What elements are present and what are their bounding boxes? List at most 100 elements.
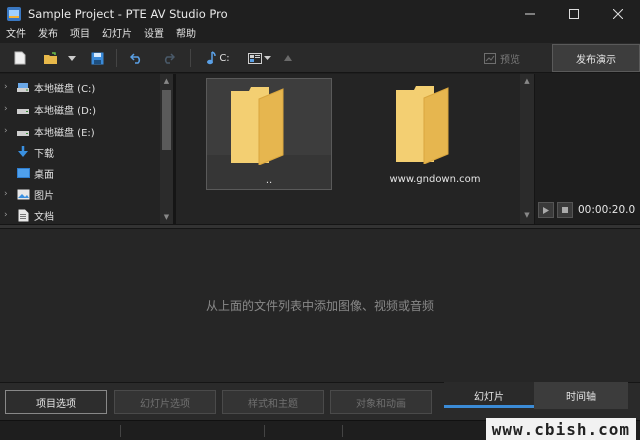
undo-button[interactable] <box>128 50 144 66</box>
stop-icon <box>562 207 568 213</box>
menu-project[interactable]: 项目 <box>64 27 96 43</box>
preview-controls: 00:00:20.0 <box>538 200 635 220</box>
file-item-label: www.gndown.com <box>389 174 481 185</box>
tree-item-label: 文档 <box>34 211 54 223</box>
desktop-icon <box>16 167 30 179</box>
button-label: 幻灯片选项 <box>140 398 190 410</box>
tree-item-documents[interactable]: › 文档 <box>0 207 54 223</box>
expand-arrow-icon[interactable]: › <box>4 210 16 220</box>
tree-item-drive-c[interactable]: › 本地磁盘 (C:) <box>0 79 95 95</box>
arrow-up-icon <box>284 55 292 61</box>
scroll-down-arrow-icon[interactable]: ▼ <box>523 211 531 219</box>
save-button[interactable] <box>89 50 105 66</box>
folder-tree[interactable]: › 本地磁盘 (C:) › 本地磁盘 (D:) › 本地磁盘 (E:) 下载 桌… <box>0 74 160 224</box>
music-note-icon <box>207 51 217 65</box>
file-item-folder[interactable]: www.gndown.com <box>372 78 498 190</box>
expand-arrow-icon[interactable]: › <box>4 82 16 92</box>
redo-button[interactable] <box>160 50 176 66</box>
minimize-icon <box>525 13 535 14</box>
add-music-button[interactable]: C: <box>202 50 234 66</box>
window-title: Sample Project - PTE AV Studio Pro <box>28 6 228 21</box>
view-mode-icon <box>247 52 262 64</box>
expand-arrow-icon[interactable]: › <box>4 126 16 136</box>
close-button[interactable] <box>596 0 640 27</box>
menu-settings[interactable]: 设置 <box>138 27 170 43</box>
play-button[interactable] <box>538 202 554 218</box>
music-drive-label: C: <box>219 52 230 64</box>
close-icon <box>613 8 623 19</box>
new-project-button[interactable] <box>12 50 28 66</box>
drive-icon <box>16 81 30 93</box>
styles-themes-button[interactable]: 样式和主题 <box>222 390 324 414</box>
save-icon <box>91 52 103 64</box>
menu-publish[interactable]: 发布 <box>32 27 64 43</box>
title-bar: Sample Project - PTE AV Studio Pro <box>0 0 640 27</box>
publish-label: 发布演示 <box>576 54 616 66</box>
maximize-button[interactable] <box>552 0 596 27</box>
expand-arrow-icon[interactable]: › <box>4 189 16 199</box>
stop-button[interactable] <box>557 202 573 218</box>
tab-timeline[interactable]: 时间轴 <box>534 382 628 409</box>
slide-options-button[interactable]: 幻灯片选项 <box>114 390 216 414</box>
file-list[interactable]: .. www.gndown.com <box>176 74 520 224</box>
tree-item-label: 图片 <box>34 190 54 202</box>
play-icon <box>543 206 549 214</box>
project-options-button[interactable]: 项目选项 <box>5 390 107 414</box>
documents-icon <box>16 209 30 221</box>
chevron-down-icon <box>263 56 271 60</box>
tree-item-label: 本地磁盘 (E:) <box>34 127 95 139</box>
drive-icon <box>16 103 30 115</box>
redo-icon <box>164 53 175 64</box>
folder-tree-scrollbar[interactable]: ▲ ▼ <box>160 74 173 224</box>
minimize-button[interactable] <box>508 0 552 27</box>
toolbar: C: 预览 <box>0 43 640 73</box>
file-item-parent-folder[interactable]: .. <box>206 78 332 190</box>
preview-label: 预览 <box>500 55 520 66</box>
drive-icon <box>16 125 30 137</box>
view-mode-dropdown[interactable] <box>246 50 272 66</box>
expand-arrow-icon[interactable]: › <box>4 104 16 114</box>
tree-item-drive-e[interactable]: › 本地磁盘 (E:) <box>0 123 95 139</box>
open-project-button[interactable] <box>42 50 60 66</box>
scroll-up-arrow-icon[interactable]: ▲ <box>523 77 531 85</box>
button-label: 对象和动画 <box>356 398 406 410</box>
chevron-down-icon <box>68 55 76 61</box>
tree-item-desktop[interactable]: 桌面 <box>0 165 54 181</box>
folder-up-button[interactable] <box>282 50 294 66</box>
download-icon <box>16 146 30 158</box>
objects-animation-button[interactable]: 对象和动画 <box>330 390 432 414</box>
timecode: 00:00:20.0 <box>578 204 636 216</box>
active-tab-indicator <box>444 405 534 408</box>
file-item-label: .. <box>265 175 273 186</box>
app-logo-icon <box>7 6 21 21</box>
tree-item-drive-d[interactable]: › 本地磁盘 (D:) <box>0 101 96 117</box>
folder-icon <box>231 87 284 165</box>
new-file-icon <box>14 51 26 65</box>
button-label: 样式和主题 <box>248 398 298 410</box>
scrollbar-thumb[interactable] <box>162 90 171 150</box>
tree-item-label: 下载 <box>34 148 54 160</box>
tree-item-label: 桌面 <box>34 169 54 181</box>
open-recent-dropdown[interactable] <box>66 50 78 66</box>
maximize-icon <box>569 8 579 19</box>
empty-slides-hint: 从上面的文件列表中添加图像、视频或音频 <box>205 299 434 313</box>
menu-file[interactable]: 文件 <box>0 27 32 43</box>
publish-show-button[interactable]: 发布演示 <box>552 44 640 72</box>
tab-label: 幻灯片 <box>474 392 504 403</box>
button-label: 项目选项 <box>36 398 76 410</box>
tree-item-label: 本地磁盘 (C:) <box>34 83 96 95</box>
watermark: www.cbish.com <box>485 418 636 440</box>
slide-list[interactable]: 从上面的文件列表中添加图像、视频或音频 <box>0 229 640 382</box>
scroll-down-arrow-icon[interactable]: ▼ <box>162 212 171 222</box>
open-folder-icon <box>44 51 57 64</box>
menu-bar: 文件 发布 项目 幻灯片 设置 帮助 <box>0 27 640 43</box>
menu-help[interactable]: 帮助 <box>170 27 202 43</box>
file-list-scrollbar[interactable]: ▲ ▼ <box>520 74 534 224</box>
tree-item-downloads[interactable]: 下载 <box>0 144 54 160</box>
scroll-up-arrow-icon[interactable]: ▲ <box>162 76 171 86</box>
folder-icon <box>396 86 449 164</box>
preview-button[interactable]: 预览 <box>484 51 520 66</box>
menu-slides[interactable]: 幻灯片 <box>96 27 138 43</box>
tree-item-pictures[interactable]: › 图片 <box>0 186 54 202</box>
undo-icon <box>129 53 140 64</box>
